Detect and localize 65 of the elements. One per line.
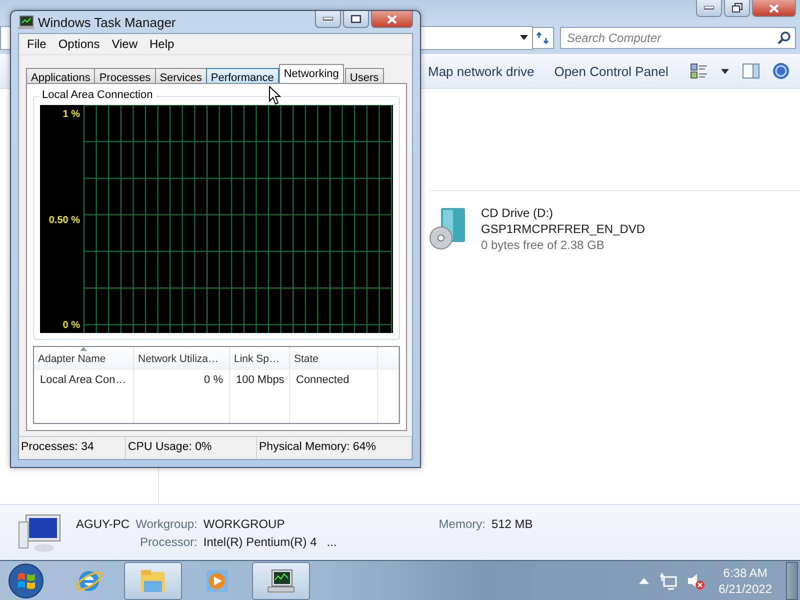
tab[interactable]: Performance	[206, 68, 279, 83]
tab[interactable]: Applications	[26, 68, 96, 83]
tab[interactable]: Processes	[94, 68, 156, 83]
windows-logo-icon	[8, 562, 44, 598]
memory-value: 512 MB	[491, 516, 533, 530]
axis-label: 0 %	[62, 320, 80, 331]
close-button[interactable]	[371, 11, 413, 28]
minimize-icon	[704, 6, 714, 10]
refresh-icon	[536, 31, 550, 45]
close-icon	[769, 4, 779, 12]
status-text: CPU Usage: 0%	[126, 437, 257, 459]
volume-label: GSP1RMCPRFRER_EN_DVD	[481, 222, 646, 236]
preview-pane-icon[interactable]	[742, 63, 760, 79]
window-title: Windows Task Manager	[38, 14, 177, 30]
table-cell: 100 Mbps	[230, 370, 290, 390]
refresh-button[interactable]	[532, 27, 554, 49]
tab[interactable]: Users	[344, 68, 384, 83]
status-text: Processes: 34	[19, 437, 126, 459]
processor-value: Intel(R) Pentium(R) 4	[203, 534, 317, 548]
app-icon	[18, 15, 34, 29]
table-cell: Connected	[290, 370, 378, 390]
drive-name: CD Drive (D:)	[481, 206, 554, 220]
close-icon	[387, 14, 397, 24]
minimize-button[interactable]	[696, 0, 722, 17]
menu-item[interactable]: Options	[52, 35, 106, 53]
search-icon	[777, 31, 791, 45]
close-button[interactable]	[752, 0, 796, 17]
column-header[interactable]: State	[290, 347, 378, 370]
toolbar-button[interactable]: Open Control Panel	[546, 60, 676, 82]
search-field[interactable]: Search Computer	[560, 27, 796, 49]
axis-label: 0.50 %	[48, 214, 80, 226]
show-hidden-icon[interactable]	[638, 576, 649, 584]
memory-label: Memory:	[438, 516, 486, 530]
menu-item[interactable]: View	[106, 35, 144, 53]
muted-speaker-icon[interactable]	[686, 572, 705, 590]
help-icon[interactable]	[772, 62, 790, 80]
ellipsis-text: ...	[326, 534, 337, 548]
status-text: Physical Memory: 64%	[257, 437, 412, 459]
tab[interactable]: Services	[154, 68, 207, 83]
column-header[interactable]: Adapter Name	[34, 347, 134, 370]
column-header[interactable]: Link Sp…	[230, 347, 290, 370]
view-icon[interactable]	[690, 63, 708, 79]
menu-item[interactable]: File	[21, 35, 52, 53]
toolbar-button[interactable]: Map network drive	[420, 60, 542, 82]
dropdown-icon[interactable]	[720, 67, 730, 75]
workgroup-label: Workgroup:	[136, 516, 198, 530]
drive-space: 0 bytes free of 2.38 GB	[481, 238, 606, 252]
minimize-button[interactable]	[315, 11, 341, 28]
group-title: Local Area Connection	[39, 89, 156, 101]
table-cell: Local Area Con…	[34, 370, 134, 390]
restore-button[interactable]	[724, 0, 750, 17]
computer-name: AGUY-PC	[76, 516, 130, 530]
taskbar-button[interactable]	[252, 562, 310, 600]
network-icon[interactable]	[658, 572, 677, 590]
processor-label: Processor:	[139, 534, 198, 548]
table-cell: 0 %	[134, 370, 230, 390]
column-header[interactable]: Network Utiliza…	[134, 347, 230, 370]
tab[interactable]: Networking	[278, 64, 344, 83]
monitor-icon	[267, 566, 295, 594]
menu-item[interactable]: Help	[144, 35, 180, 53]
workgroup-value: WORKGROUP	[203, 516, 286, 530]
maximize-button[interactable]	[343, 11, 369, 28]
computer-icon	[18, 512, 62, 554]
axis-label: 1 %	[62, 109, 80, 120]
restore-icon	[732, 3, 742, 13]
